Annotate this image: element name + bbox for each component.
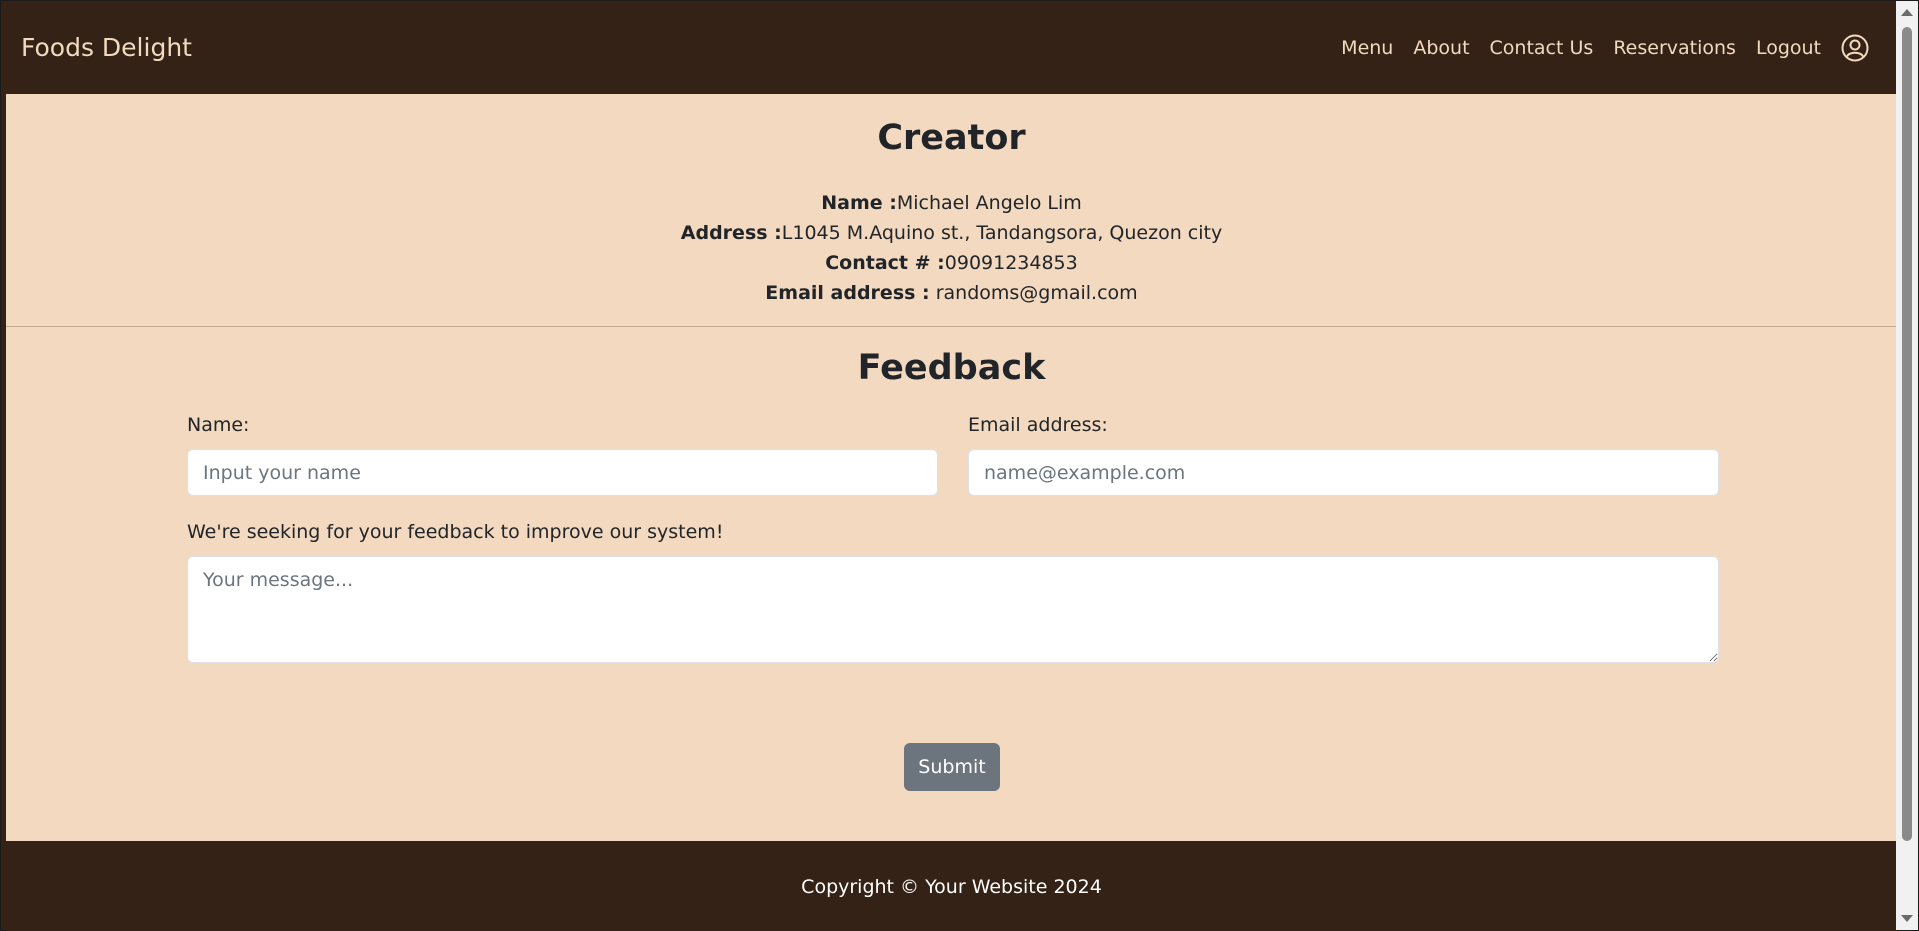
creator-contact-line: Contact # :09091234853 bbox=[6, 248, 1897, 278]
scroll-down-arrow-icon[interactable] bbox=[1901, 915, 1913, 922]
creator-contact-label: Contact # : bbox=[825, 252, 945, 274]
creator-title: Creator bbox=[877, 118, 1026, 158]
nav-link-about[interactable]: About bbox=[1413, 34, 1469, 62]
browser-window: Foods Delight Menu About Contact Us Rese… bbox=[0, 0, 1919, 931]
creator-address-value: L1045 M.Aquino st., Tandangsora, Quezon … bbox=[781, 222, 1223, 244]
creator-info: Name :Michael Angelo Lim Address :L1045 … bbox=[6, 188, 1897, 308]
scroll-up-arrow-icon[interactable] bbox=[1901, 9, 1913, 16]
creator-email-value: randoms@gmail.com bbox=[929, 282, 1138, 304]
scrollbar-thumb[interactable] bbox=[1902, 27, 1912, 841]
creator-email-label: Email address : bbox=[765, 282, 930, 304]
creator-address-label: Address : bbox=[680, 222, 782, 244]
message-textarea[interactable] bbox=[187, 556, 1719, 663]
name-label: Name: bbox=[187, 414, 250, 436]
navbar: Foods Delight Menu About Contact Us Rese… bbox=[6, 1, 1897, 94]
email-label: Email address: bbox=[968, 414, 1108, 436]
email-input[interactable] bbox=[968, 449, 1719, 496]
creator-name-value: Michael Angelo Lim bbox=[896, 192, 1082, 214]
creator-address-line: Address :L1045 M.Aquino st., Tandangsora… bbox=[6, 218, 1897, 248]
copyright-text: Copyright © Your Website 2024 bbox=[801, 876, 1102, 898]
creator-name-label: Name : bbox=[821, 192, 897, 214]
nav-link-menu[interactable]: Menu bbox=[1341, 34, 1393, 62]
creator-contact-value: 09091234853 bbox=[944, 252, 1078, 274]
creator-email-line: Email address : randoms@gmail.com bbox=[6, 278, 1897, 308]
name-input[interactable] bbox=[187, 449, 938, 496]
nav-links: Menu About Contact Us Reservations Logou… bbox=[1341, 34, 1869, 62]
message-label: We're seeking for your feedback to impro… bbox=[187, 521, 724, 543]
nav-link-reservations[interactable]: Reservations bbox=[1613, 34, 1736, 62]
page: Foods Delight Menu About Contact Us Rese… bbox=[6, 1, 1897, 931]
section-divider bbox=[6, 326, 1897, 327]
brand-logo-link[interactable]: Foods Delight bbox=[21, 32, 192, 64]
submit-button[interactable]: Submit bbox=[904, 743, 1000, 791]
footer: Copyright © Your Website 2024 bbox=[6, 841, 1897, 931]
creator-section: Creator Name :Michael Angelo Lim Address… bbox=[6, 94, 1897, 326]
user-circle-icon[interactable] bbox=[1841, 34, 1869, 62]
nav-link-contact-us[interactable]: Contact Us bbox=[1490, 34, 1594, 62]
feedback-title: Feedback bbox=[857, 348, 1046, 388]
nav-link-logout[interactable]: Logout bbox=[1756, 34, 1821, 62]
creator-name-line: Name :Michael Angelo Lim bbox=[6, 188, 1897, 218]
vertical-scrollbar[interactable] bbox=[1896, 1, 1918, 930]
